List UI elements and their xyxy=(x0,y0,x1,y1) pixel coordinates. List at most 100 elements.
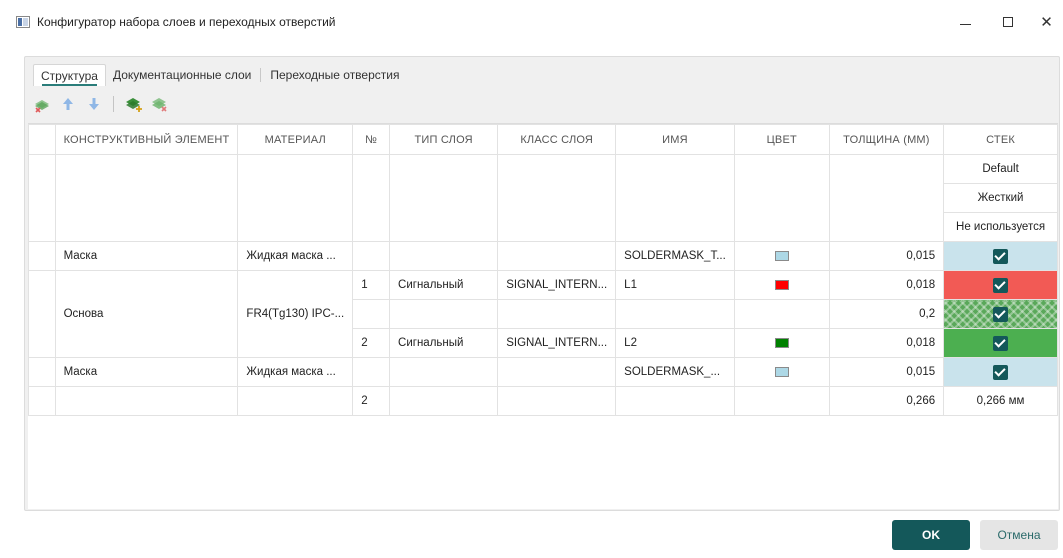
stack-unused[interactable]: Не используется xyxy=(943,212,1058,242)
color-swatch[interactable] xyxy=(774,279,789,290)
cell-thickness[interactable]: 0,018 xyxy=(828,328,945,358)
cell-num[interactable]: 1 xyxy=(352,270,391,300)
cell-material[interactable]: Жидкая маска ... xyxy=(237,241,354,271)
remove-layer-icon xyxy=(35,100,49,113)
cell-element[interactable]: Маска xyxy=(54,357,239,387)
cell-layer-type[interactable] xyxy=(389,299,499,329)
minimize-button[interactable] xyxy=(945,8,985,36)
row-header[interactable] xyxy=(28,241,56,271)
row-header-corner xyxy=(28,124,56,155)
cell-layer-type xyxy=(389,386,499,416)
color-swatch[interactable] xyxy=(774,337,789,348)
cell-layer-type[interactable] xyxy=(389,357,499,387)
tab-documentation-layers[interactable]: Документационные слои xyxy=(106,64,258,86)
remove-stack-button[interactable] xyxy=(150,95,168,113)
cell-layer-type[interactable] xyxy=(389,241,499,271)
remove-stack-icon xyxy=(152,98,167,112)
cell-name[interactable]: L1 xyxy=(615,270,735,300)
remove-layer-button[interactable] xyxy=(33,95,51,113)
move-up-button[interactable] xyxy=(59,95,77,113)
table-row[interactable]: Основа FR4(Tg130) IPC-... 1 Сигнальный S… xyxy=(28,270,1058,358)
cell-num[interactable] xyxy=(352,299,391,329)
cell-color[interactable] xyxy=(733,357,830,387)
cell-stack[interactable] xyxy=(943,299,1058,329)
cell-stack[interactable] xyxy=(943,357,1058,387)
app-icon xyxy=(16,16,30,28)
cell-layer-class[interactable] xyxy=(497,357,617,387)
cell-material[interactable]: Жидкая маска ... xyxy=(237,357,354,387)
tab-vias[interactable]: Переходные отверстия xyxy=(263,64,406,86)
cell-layer-class[interactable]: SIGNAL_INTERN... xyxy=(497,328,617,358)
cell-layer-class[interactable] xyxy=(497,241,617,271)
cell-layer-class[interactable]: SIGNAL_INTERN... xyxy=(497,270,617,300)
cell-color[interactable] xyxy=(733,299,830,329)
stack-checkbox[interactable] xyxy=(993,364,1009,380)
cell-layer-type[interactable]: Сигнальный xyxy=(389,328,499,358)
cell-thickness[interactable]: 0,018 xyxy=(828,270,945,300)
cell-material[interactable]: FR4(Tg130) IPC-... xyxy=(237,270,354,358)
cell-name[interactable]: SOLDERMASK_... xyxy=(615,357,735,387)
layer-table: КОНСТРУКТИВНЫЙ ЭЛЕМЕНТ МАТЕРИАЛ № ТИП СЛ… xyxy=(28,124,1058,416)
row-header[interactable] xyxy=(28,154,56,242)
color-swatch[interactable] xyxy=(774,366,789,377)
maximize-button[interactable] xyxy=(988,8,1028,36)
close-icon: ✕ xyxy=(1040,14,1053,31)
col-header-thickness[interactable]: ТОЛЩИНА (ММ) xyxy=(828,124,945,155)
cell-color[interactable] xyxy=(733,270,830,300)
cell-thickness[interactable]: 0,015 xyxy=(828,357,945,387)
move-down-button[interactable] xyxy=(85,95,103,113)
close-button[interactable]: ✕ xyxy=(1030,8,1063,36)
col-header-name[interactable]: ИМЯ xyxy=(615,124,735,155)
cell-element[interactable]: Основа xyxy=(54,270,239,358)
col-header-material[interactable]: МАТЕРИАЛ xyxy=(237,124,354,155)
add-stack-button[interactable] xyxy=(124,95,142,113)
stack-checkbox[interactable] xyxy=(993,277,1009,293)
col-header-layer-type[interactable]: ТИП СЛОЯ xyxy=(389,124,499,155)
cell-layer-type[interactable]: Сигнальный xyxy=(389,270,499,300)
cell-thickness[interactable]: 0,2 xyxy=(828,299,945,329)
cell-name[interactable]: L2 xyxy=(615,328,735,358)
cell-color[interactable] xyxy=(733,328,830,358)
cell-num[interactable] xyxy=(352,241,391,271)
maximize-icon xyxy=(1003,17,1013,27)
stack-checkbox[interactable] xyxy=(993,248,1009,264)
cell-thickness[interactable]: 0,015 xyxy=(828,241,945,271)
cell-num[interactable] xyxy=(352,357,391,387)
stack-name-default[interactable]: Default xyxy=(943,154,1058,184)
window-title: Конфигуратор набора слоев и переходных о… xyxy=(37,15,336,29)
table-row[interactable]: Маска Жидкая маска ... SOLDERMASK_T... 0… xyxy=(28,241,1058,271)
cell-stack[interactable] xyxy=(943,328,1058,358)
row-header[interactable] xyxy=(28,357,56,387)
cell-material xyxy=(237,386,354,416)
cell-name[interactable]: SOLDERMASK_T... xyxy=(615,241,735,271)
cell-stack[interactable] xyxy=(943,270,1058,300)
cell-num[interactable]: 2 xyxy=(352,328,391,358)
cell-element xyxy=(54,386,239,416)
cell-material xyxy=(237,154,354,242)
cell-name[interactable] xyxy=(615,299,735,329)
col-header-stack[interactable]: СТЕК xyxy=(943,124,1058,155)
tab-structure[interactable]: Структура xyxy=(33,64,106,86)
table-row[interactable]: Маска Жидкая маска ... SOLDERMASK_... 0,… xyxy=(28,357,1058,387)
move-up-icon xyxy=(63,98,73,110)
row-header xyxy=(28,386,56,416)
cell-stack[interactable] xyxy=(943,241,1058,271)
stack-checkbox[interactable] xyxy=(993,335,1009,351)
color-swatch[interactable] xyxy=(774,250,789,261)
stack-total-thickness: 0,266 мм xyxy=(943,386,1058,416)
ok-button[interactable]: OK xyxy=(892,520,970,550)
col-header-layer-class[interactable]: КЛАСС СЛОЯ xyxy=(497,124,617,155)
col-header-color[interactable]: ЦВЕТ xyxy=(733,124,830,155)
cell-color[interactable] xyxy=(733,241,830,271)
cell-num xyxy=(352,154,391,242)
cell-element[interactable]: Маска xyxy=(54,241,239,271)
cancel-button[interactable]: Отмена xyxy=(980,520,1058,550)
header-row: КОНСТРУКТИВНЫЙ ЭЛЕМЕНТ МАТЕРИАЛ № ТИП СЛ… xyxy=(28,124,1058,155)
col-header-num[interactable]: № xyxy=(352,124,391,155)
stack-checkbox[interactable] xyxy=(993,306,1009,322)
stack-type-rigid[interactable]: Жесткий xyxy=(943,183,1058,213)
cell-layer-class xyxy=(497,154,617,242)
row-header[interactable] xyxy=(28,270,56,358)
cell-layer-class[interactable] xyxy=(497,299,617,329)
col-header-element[interactable]: КОНСТРУКТИВНЫЙ ЭЛЕМЕНТ xyxy=(54,124,239,155)
